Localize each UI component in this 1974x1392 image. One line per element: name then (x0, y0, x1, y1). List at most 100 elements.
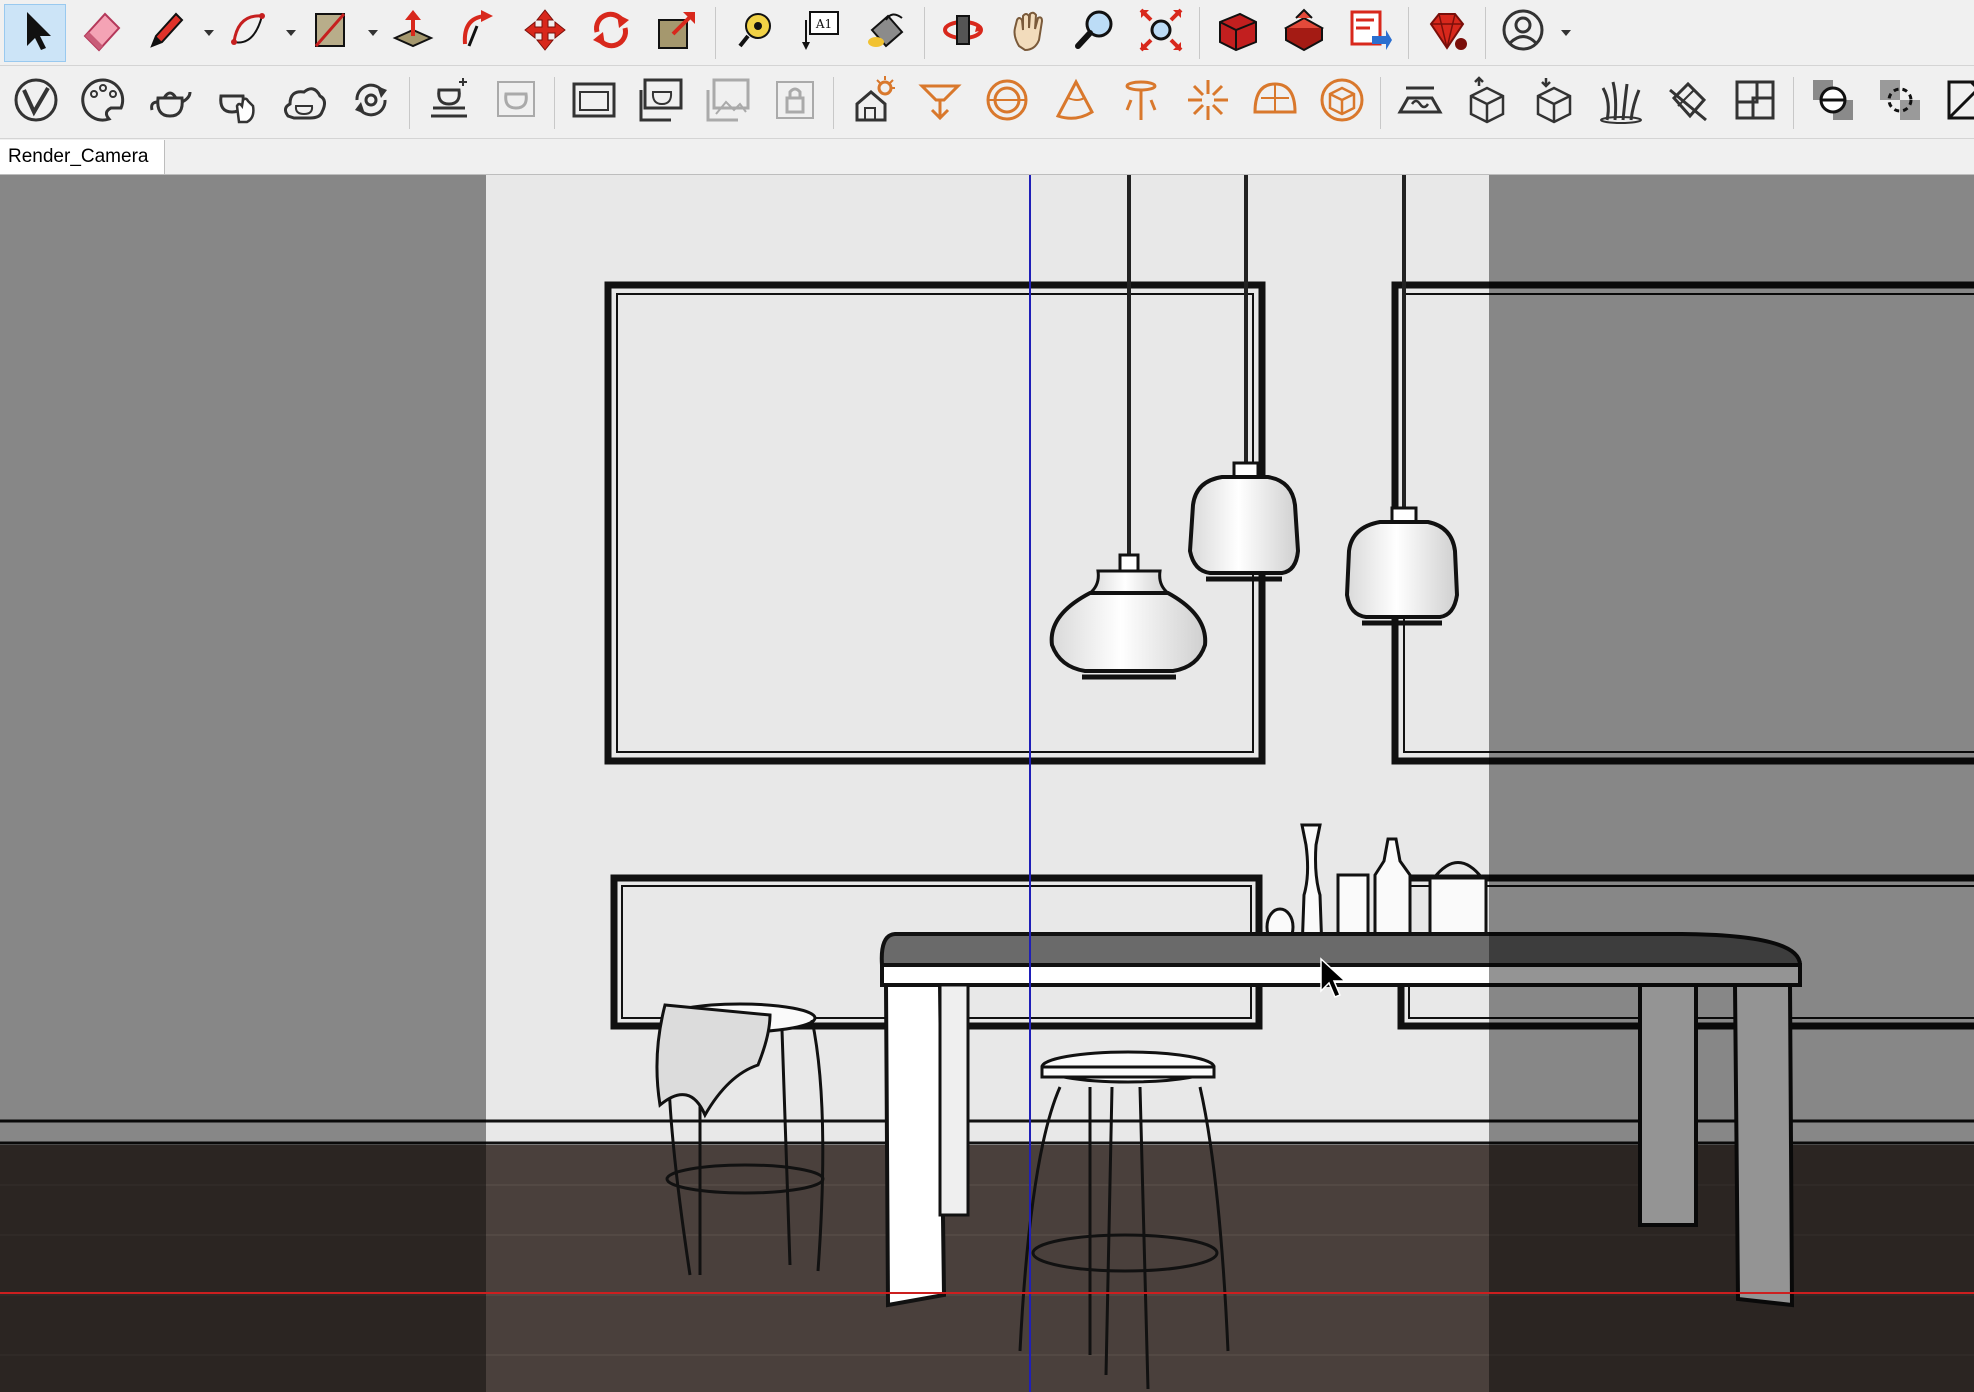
arc-tool-button[interactable] (218, 4, 296, 62)
toolbar-separator (1408, 6, 1409, 59)
camera-safe-mask-left (0, 175, 486, 1392)
follow-me-icon (455, 6, 503, 59)
toolbar-separator (924, 6, 925, 59)
user-icon (1499, 6, 1547, 59)
ruby-icon (1423, 6, 1471, 59)
account-button[interactable] (1493, 4, 1571, 62)
toolbar-separator (554, 76, 555, 129)
frame-images-icon (704, 76, 752, 129)
scene-drawing (0, 175, 1974, 1392)
spot-light-icon (916, 76, 964, 129)
frame-images-button[interactable] (696, 72, 759, 134)
lock-camera-button[interactable] (763, 72, 826, 134)
mesh-light-icon (1318, 76, 1366, 129)
toolbar-separator (1199, 6, 1200, 59)
asset-editor-button[interactable] (71, 72, 134, 134)
vray-logo-icon (12, 76, 60, 129)
move-icon (521, 6, 569, 59)
magnifier-icon (1071, 6, 1119, 59)
section-display-button[interactable] (1935, 72, 1974, 134)
fur-button[interactable] (1589, 72, 1652, 134)
mesh-light-button[interactable] (1310, 72, 1373, 134)
section-cut-button[interactable] (1801, 72, 1864, 134)
sphere-light-icon (983, 76, 1031, 129)
toolbar-separator (1485, 6, 1486, 59)
select-tool-button[interactable] (4, 3, 66, 62)
export-box-icon (1463, 76, 1511, 129)
text-tool-button[interactable]: A1 (789, 4, 851, 62)
zoom-extents-tool-button[interactable] (1130, 4, 1192, 62)
arrow-cursor-icon (11, 6, 59, 59)
import-box-icon (1530, 76, 1578, 129)
lock-icon (771, 76, 819, 129)
extension-warehouse-button[interactable] (1273, 4, 1335, 62)
cone-light-button[interactable] (1042, 72, 1105, 134)
layout-icon (1346, 6, 1394, 59)
clipper-button[interactable] (1656, 72, 1719, 134)
pan-tool-button[interactable] (998, 4, 1060, 62)
orbit-tool-button[interactable] (932, 4, 994, 62)
scale-tool-button[interactable] (646, 4, 708, 62)
export-proxy-button[interactable] (1455, 72, 1518, 134)
tape-measure-tool-button[interactable] (723, 4, 785, 62)
clipper-icon (1664, 76, 1712, 129)
3d-viewport[interactable] (0, 175, 1974, 1392)
zoom-extents-icon (1137, 6, 1185, 59)
teapot-region-disabled-icon (492, 76, 540, 129)
scene-tabs: Render_Camera (0, 140, 1974, 175)
rectangle-tool-button[interactable] (300, 4, 378, 62)
section-planes-button[interactable] (1868, 72, 1931, 134)
section-plane-icon (1876, 76, 1924, 129)
3d-warehouse-button[interactable] (1207, 4, 1269, 62)
scene-tab-render-camera[interactable]: Render_Camera (0, 140, 166, 174)
eraser-icon (77, 6, 125, 59)
render-cloud-button[interactable] (272, 72, 335, 134)
teapot-region-icon (425, 76, 473, 129)
infinite-plane-icon (1396, 76, 1444, 129)
follow-me-tool-button[interactable] (448, 4, 510, 62)
batch-render-button[interactable] (339, 72, 402, 134)
text-label-icon: A1 (796, 6, 844, 59)
dome-light-button[interactable] (1243, 72, 1306, 134)
render-region-off-button[interactable] (484, 72, 547, 134)
move-tool-button[interactable] (514, 4, 576, 62)
cycle-icon (347, 76, 395, 129)
frame-buffer-button[interactable] (562, 72, 625, 134)
ies-light-button[interactable] (1109, 72, 1172, 134)
sphere-light-button[interactable] (975, 72, 1038, 134)
svg-text:A1: A1 (815, 17, 832, 31)
scale-icon (653, 6, 701, 59)
spot-light-button[interactable] (908, 72, 971, 134)
extension-warehouse-icon (1280, 6, 1328, 59)
toolbar-separator (1380, 76, 1381, 129)
paint-bucket-tool-button[interactable] (855, 4, 917, 62)
render-interactive-button[interactable] (205, 72, 268, 134)
frame-teapot-icon (637, 76, 685, 129)
frame-buffer-teapot-button[interactable] (629, 72, 692, 134)
eraser-tool-button[interactable] (70, 4, 132, 62)
ies-light-icon (1117, 76, 1165, 129)
sun-light-button[interactable] (841, 72, 904, 134)
rotate-tool-button[interactable] (580, 4, 642, 62)
push-pull-icon (389, 6, 437, 59)
line-tool-button[interactable] (136, 4, 214, 62)
zoom-tool-button[interactable] (1064, 4, 1126, 62)
vray-logo-button[interactable] (4, 72, 67, 134)
house-sun-icon (849, 76, 897, 129)
fur-icon (1597, 76, 1645, 129)
infinite-plane-button[interactable] (1388, 72, 1451, 134)
render-button[interactable] (138, 72, 201, 134)
main-toolbar: A1 (0, 0, 1974, 66)
teapot-cloud-icon (280, 76, 328, 129)
toolbar-separator (715, 6, 716, 59)
toolbar-separator (833, 76, 834, 129)
render-region-button[interactable] (417, 72, 480, 134)
import-proxy-button[interactable] (1522, 72, 1585, 134)
decal-button[interactable] (1723, 72, 1786, 134)
omni-light-button[interactable] (1176, 72, 1239, 134)
send-to-layout-button[interactable] (1339, 4, 1401, 62)
ruby-console-button[interactable] (1416, 4, 1478, 62)
cone-light-icon (1050, 76, 1098, 129)
push-pull-tool-button[interactable] (382, 4, 444, 62)
tape-measure-icon (730, 6, 778, 59)
